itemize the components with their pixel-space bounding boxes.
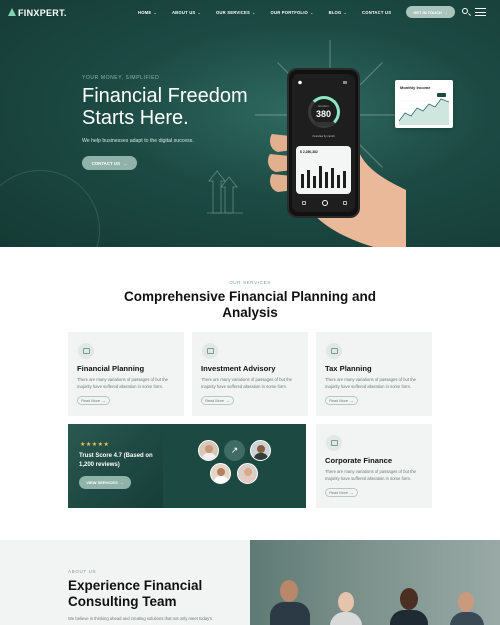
receipt-icon <box>326 343 342 359</box>
main-navigation: FINXPERT. HOME ⌄ ABOUT US ⌄ OUR SERVICES ⌄ … <box>0 0 500 24</box>
avatar <box>198 440 219 461</box>
get-in-touch-label: GET IN TOUCH <box>413 9 442 15</box>
nav-item-label: OUR PORTFOLIO <box>270 10 309 15</box>
service-card-title: Investment Advisory <box>201 364 276 373</box>
chevron-down-icon: ⌄ <box>343 10 348 15</box>
logo[interactable]: FINXPERT. <box>8 8 67 18</box>
hero-section: FINXPERT. HOME ⌄ ABOUT US ⌄ OUR SERVICES ⌄ … <box>0 0 500 247</box>
circle-decoration <box>0 170 100 247</box>
nav-item-blog[interactable]: BLOG ⌄ <box>329 10 347 15</box>
service-card-desc: There are many variations of passages of… <box>201 377 293 389</box>
service-card-financial-planning[interactable]: Financial Planning There are many variat… <box>68 332 184 416</box>
team-photo <box>250 540 500 625</box>
read-more-label: Read More <box>81 398 100 403</box>
nav-item-about[interactable]: ABOUT US ⌄ <box>172 10 201 15</box>
phone-screen: Excellent 380 Overview by month $ 2,280,… <box>292 74 355 212</box>
nav-item-contact[interactable]: CONTACT US <box>362 10 391 15</box>
service-card-desc: There are many variations of passages of… <box>77 377 169 389</box>
wallet-icon <box>343 201 347 205</box>
rating-stars: ★★★★★ <box>80 442 110 448</box>
chevron-down-icon: ⌄ <box>251 10 256 15</box>
arrow-right-icon: → <box>102 398 106 403</box>
service-card-investment-advisory[interactable]: Investment Advisory There are many varia… <box>192 332 308 416</box>
nav-item-label: BLOG <box>328 10 342 15</box>
read-more-button[interactable]: Read More → <box>201 396 234 405</box>
phone-amount: $ 2,280,382 <box>300 150 318 154</box>
search-icon[interactable] <box>462 8 468 14</box>
home-icon <box>302 201 306 205</box>
logo-text: FINXPERT. <box>18 8 67 18</box>
menu-icon[interactable] <box>475 8 486 16</box>
avatar <box>250 440 271 461</box>
arrow-right-icon: → <box>350 490 354 495</box>
chevron-down-icon: ⌄ <box>310 10 314 15</box>
read-more-label: Read More <box>205 398 224 403</box>
score-label: Excellent <box>318 105 329 108</box>
nav-item-home[interactable]: HOME ⌄ <box>138 10 157 15</box>
service-card-tax-planning[interactable]: Tax Planning There are many variations o… <box>316 332 432 416</box>
service-card-title: Corporate Finance <box>325 456 393 465</box>
nav-item-services[interactable]: OUR SERVICES ⌄ <box>216 10 256 15</box>
read-more-button[interactable]: Read More → <box>325 396 358 405</box>
building-icon <box>326 435 342 451</box>
service-card-title: Financial Planning <box>77 364 145 373</box>
arrow-up-right-icon: ↗ <box>224 440 245 461</box>
contact-us-button[interactable]: CONTACT US → <box>82 156 137 170</box>
about-text: We believe in thinking ahead and creatin… <box>68 616 213 621</box>
contact-us-label: CONTACT US <box>91 160 121 166</box>
arrow-right-icon: → <box>123 160 128 166</box>
about-title: Experience Financial Consulting Team <box>68 578 203 609</box>
score-value: 380 <box>315 109 332 119</box>
monthly-income-chart <box>399 93 449 125</box>
service-card-title: Tax Planning <box>325 364 372 373</box>
get-in-touch-button[interactable]: GET IN TOUCH → <box>406 6 455 18</box>
score-pill <box>314 122 334 126</box>
chevron-down-icon: ⌄ <box>153 10 157 15</box>
hero-eyebrow: YOUR MONEY, SIMPLIFIED <box>82 75 160 81</box>
nav-item-label: ABOUT US <box>171 10 196 15</box>
nav-menu: HOME ⌄ ABOUT US ⌄ OUR SERVICES ⌄ OUR PORTFO… <box>138 10 406 15</box>
home-button-icon <box>321 200 328 206</box>
read-more-button[interactable]: Read More → <box>325 488 358 497</box>
chevron-down-icon: ⌄ <box>197 10 201 15</box>
nav-item-label: CONTACT US <box>362 10 392 15</box>
hero-subtitle: We help businesses adapt to the digital … <box>82 138 194 144</box>
about-eyebrow: ABOUT US <box>68 569 97 574</box>
arrow-right-icon: → <box>443 9 448 15</box>
avatar <box>237 463 258 484</box>
phone-status-bar <box>298 80 347 85</box>
read-more-label: Read More <box>329 398 348 403</box>
services-eyebrow: OUR SERVICES <box>229 280 271 285</box>
score-caption: Overview by month <box>312 135 335 138</box>
phone-bottom-nav <box>302 200 347 206</box>
phone-mockup: Excellent 380 Overview by month $ 2,280,… <box>287 68 360 218</box>
trust-score-text: Trust Score 4.7 (Based on 1,200 reviews) <box>79 453 153 468</box>
services-title: Comprehensive Financial Planning and Ana… <box>123 289 377 320</box>
service-card-corporate-finance[interactable]: Corporate Finance There are many variati… <box>316 424 432 508</box>
monthly-income-title: Monthly Income <box>400 85 431 90</box>
monthly-income-widget: Monthly Income <box>395 80 453 128</box>
read-more-button[interactable]: Read More → <box>77 396 110 405</box>
calendar-icon <box>78 343 94 359</box>
trust-score-banner: ★★★★★ Trust Score 4.7 (Based on 1,200 re… <box>68 424 306 508</box>
hero-title: Financial Freedom Starts Here. <box>82 85 248 129</box>
growth-arrows-decoration <box>207 170 243 214</box>
service-card-desc: There are many variations of passages of… <box>325 377 417 389</box>
view-services-button[interactable]: VIEW SERVICES → <box>79 476 131 489</box>
chart-icon <box>202 343 218 359</box>
nav-item-label: OUR SERVICES <box>215 10 250 15</box>
phone-bar-chart <box>301 166 346 188</box>
arrow-right-icon: → <box>119 480 124 485</box>
arrow-right-icon: → <box>226 398 230 403</box>
arrow-right-icon: → <box>350 398 354 403</box>
service-card-desc: There are many variations of passages of… <box>325 469 417 481</box>
avatar <box>210 463 231 484</box>
phone-chart-card: $ 2,280,382 <box>296 146 351 194</box>
read-more-label: Read More <box>329 490 348 495</box>
nav-item-label: HOME <box>138 10 152 15</box>
nav-item-portfolio[interactable]: OUR PORTFOLIO ⌄ <box>271 10 314 15</box>
view-services-label: VIEW SERVICES <box>86 480 118 485</box>
logo-icon <box>8 8 16 16</box>
